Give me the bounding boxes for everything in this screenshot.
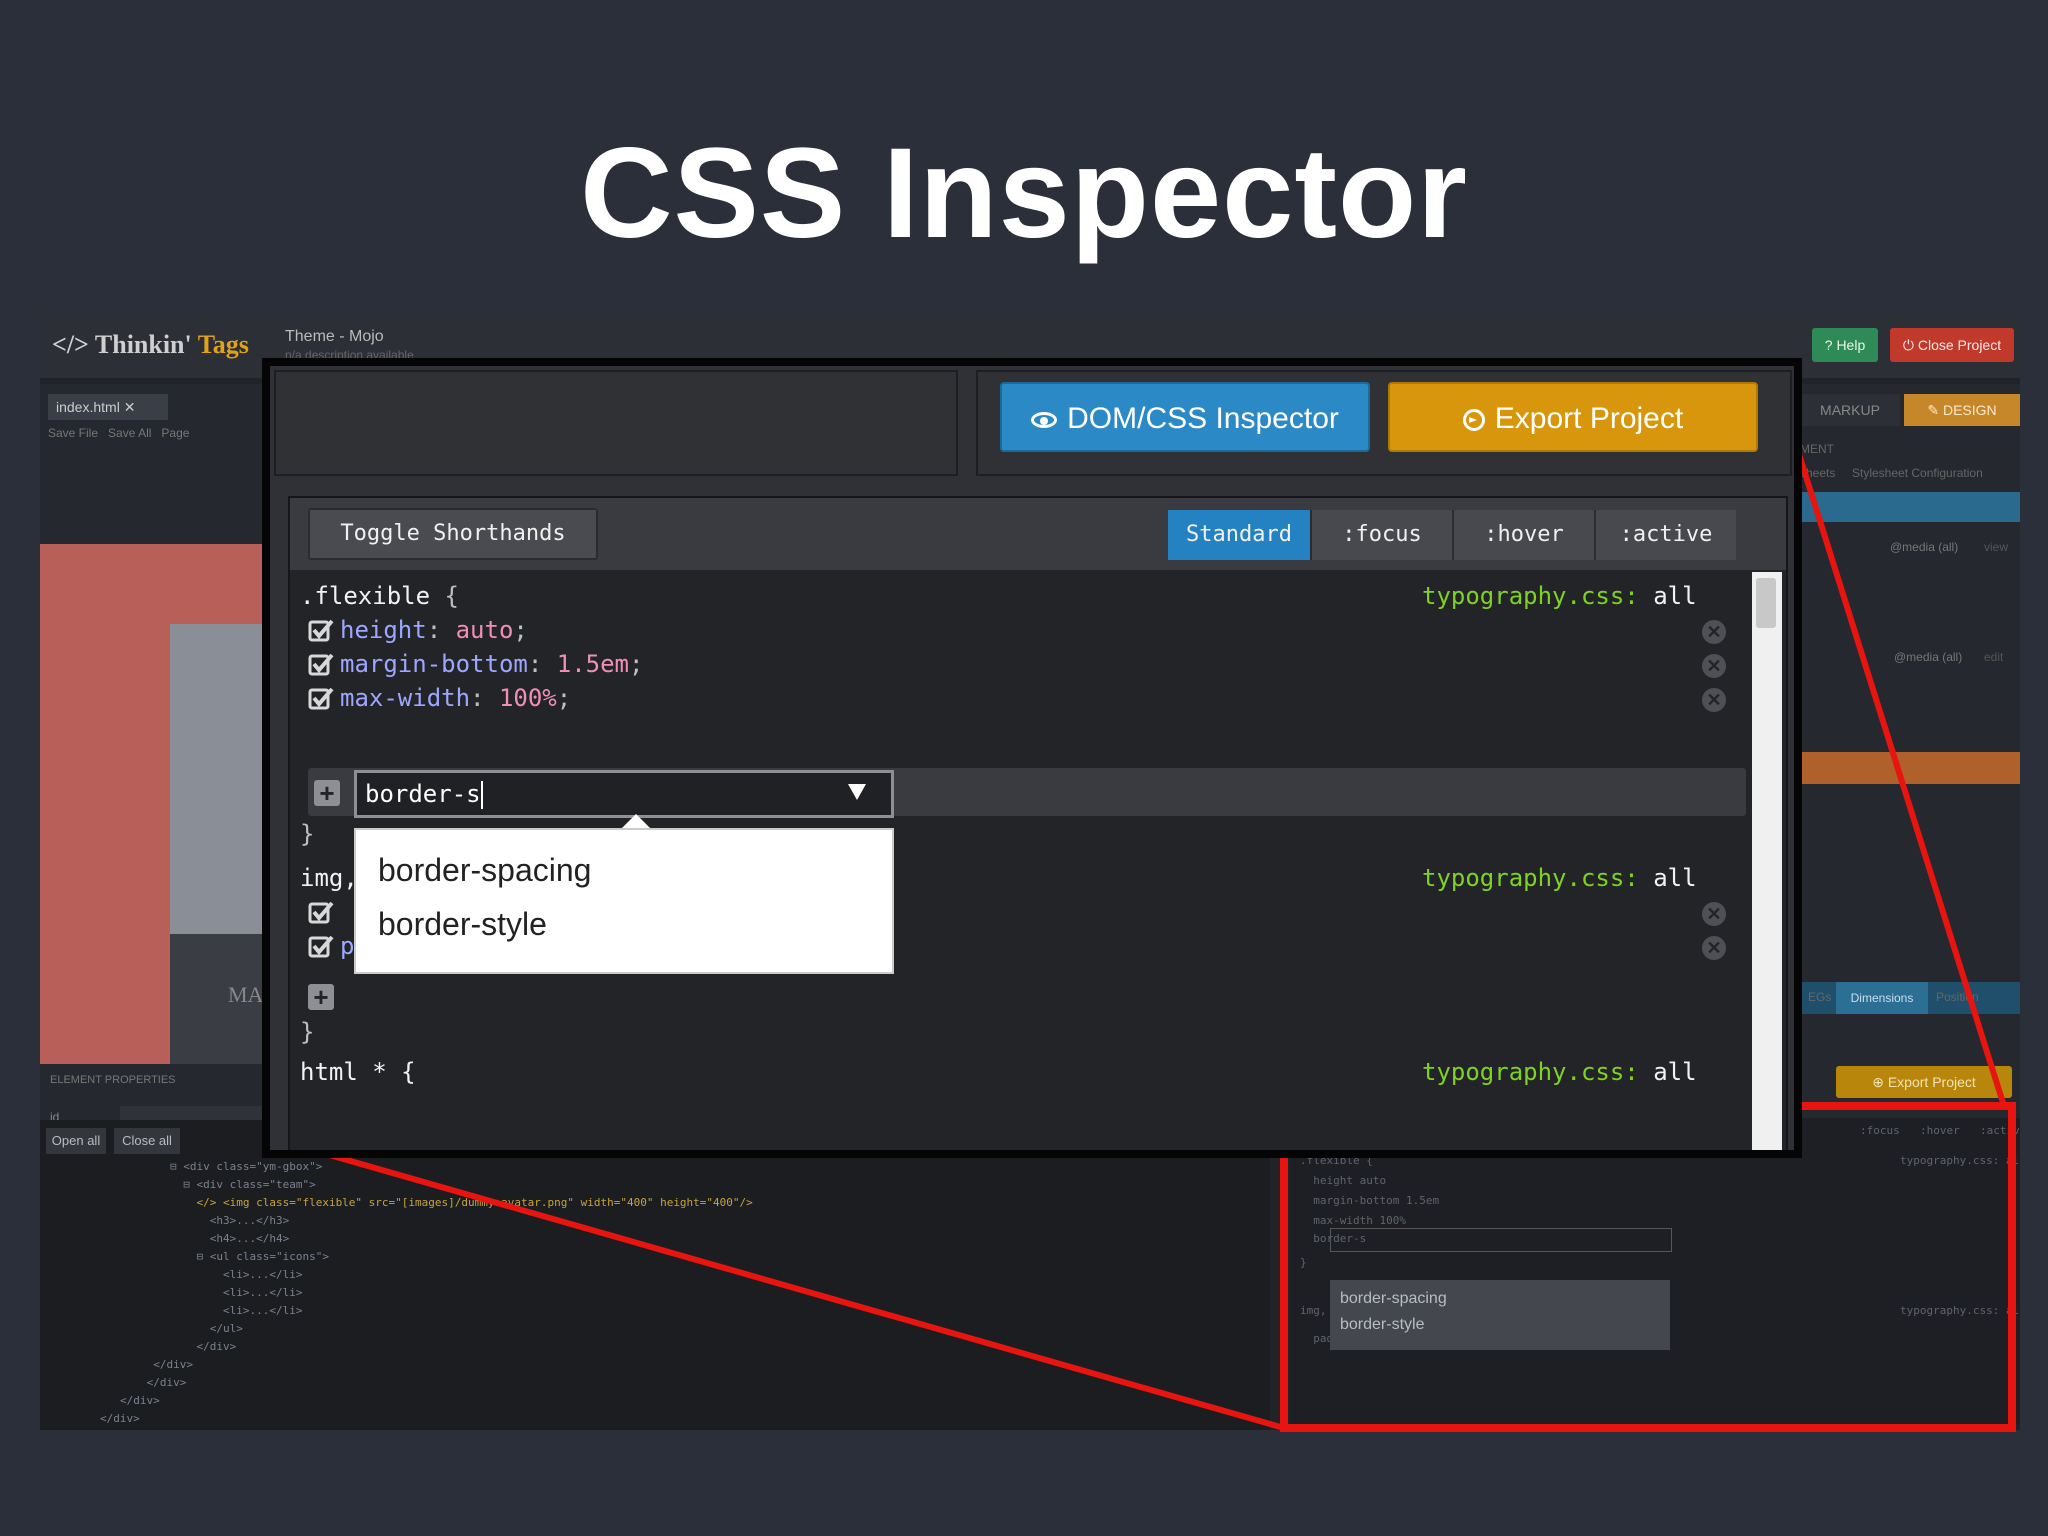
rule-source[interactable]: typography.css: all [1422,864,1697,892]
checkbox-checked-icon[interactable] [308,652,334,678]
rule-source[interactable]: typography.css: all [1422,1058,1697,1086]
remove-declaration-icon[interactable]: ✕ [1702,688,1726,712]
remove-declaration-icon[interactable]: ✕ [1702,654,1726,678]
tab-focus[interactable]: :focus [1310,510,1452,560]
css-inspector-zoom: DOM/CSS Inspector Export Project Toggle … [262,358,1802,1158]
rule-selector[interactable]: .flexible { [300,582,459,610]
inspector-panel: Toggle Shorthands Standard :focus :hover… [288,496,1788,1150]
new-property-input[interactable]: border-s [354,770,894,818]
remove-declaration-icon[interactable]: ✕ [1702,936,1726,960]
declaration-max-width[interactable]: max-width: 100%; [340,684,571,712]
export-project-button[interactable]: Export Project [1388,382,1758,452]
add-property-icon[interactable]: + [314,780,340,806]
zoom-callout-line-bottom [269,1135,1285,1431]
remove-declaration-icon[interactable]: ✕ [1702,902,1726,926]
scrollbar-thumb[interactable] [1756,578,1776,628]
circle-arrow-icon [1462,409,1485,432]
tab-active[interactable]: :active [1594,510,1736,560]
checkbox-checked-icon[interactable] [308,686,334,712]
checkbox-checked-icon[interactable] [308,900,334,926]
rule-selector[interactable]: img, [300,864,358,892]
declaration-margin-bottom[interactable]: margin-bottom: 1.5em; [340,650,643,678]
inspector-scrollbar[interactable] [1752,572,1782,1150]
eye-icon [1031,412,1058,429]
rule-source[interactable]: typography.css: all [1422,582,1697,610]
add-property-icon[interactable]: + [308,984,334,1010]
dom-css-inspector-button[interactable]: DOM/CSS Inspector [1000,382,1370,452]
dropdown-arrow-icon[interactable] [848,784,866,800]
tab-hover[interactable]: :hover [1452,510,1594,560]
autocomplete-option-border-style[interactable]: border-style [378,906,547,943]
text-caret [480,781,483,809]
checkbox-checked-icon[interactable] [308,618,334,644]
rule-close-brace: } [300,820,315,848]
tab-standard[interactable]: Standard [1168,510,1310,560]
rule-selector[interactable]: html * { [300,1058,416,1086]
checkbox-checked-icon[interactable] [308,934,334,960]
autocomplete-list: border-spacing border-style [354,828,894,974]
inspector-header-left [274,370,958,476]
declaration-height[interactable]: height: auto; [340,616,528,644]
inspector-toolbar: Toggle Shorthands Standard :focus :hover… [290,498,1786,570]
autocomplete-option-border-spacing[interactable]: border-spacing [378,852,591,889]
zoom-callout-line-top [1767,361,2007,1107]
toggle-shorthands-button[interactable]: Toggle Shorthands [308,508,598,560]
remove-declaration-icon[interactable]: ✕ [1702,620,1726,644]
rule-close-brace: } [300,1018,315,1046]
